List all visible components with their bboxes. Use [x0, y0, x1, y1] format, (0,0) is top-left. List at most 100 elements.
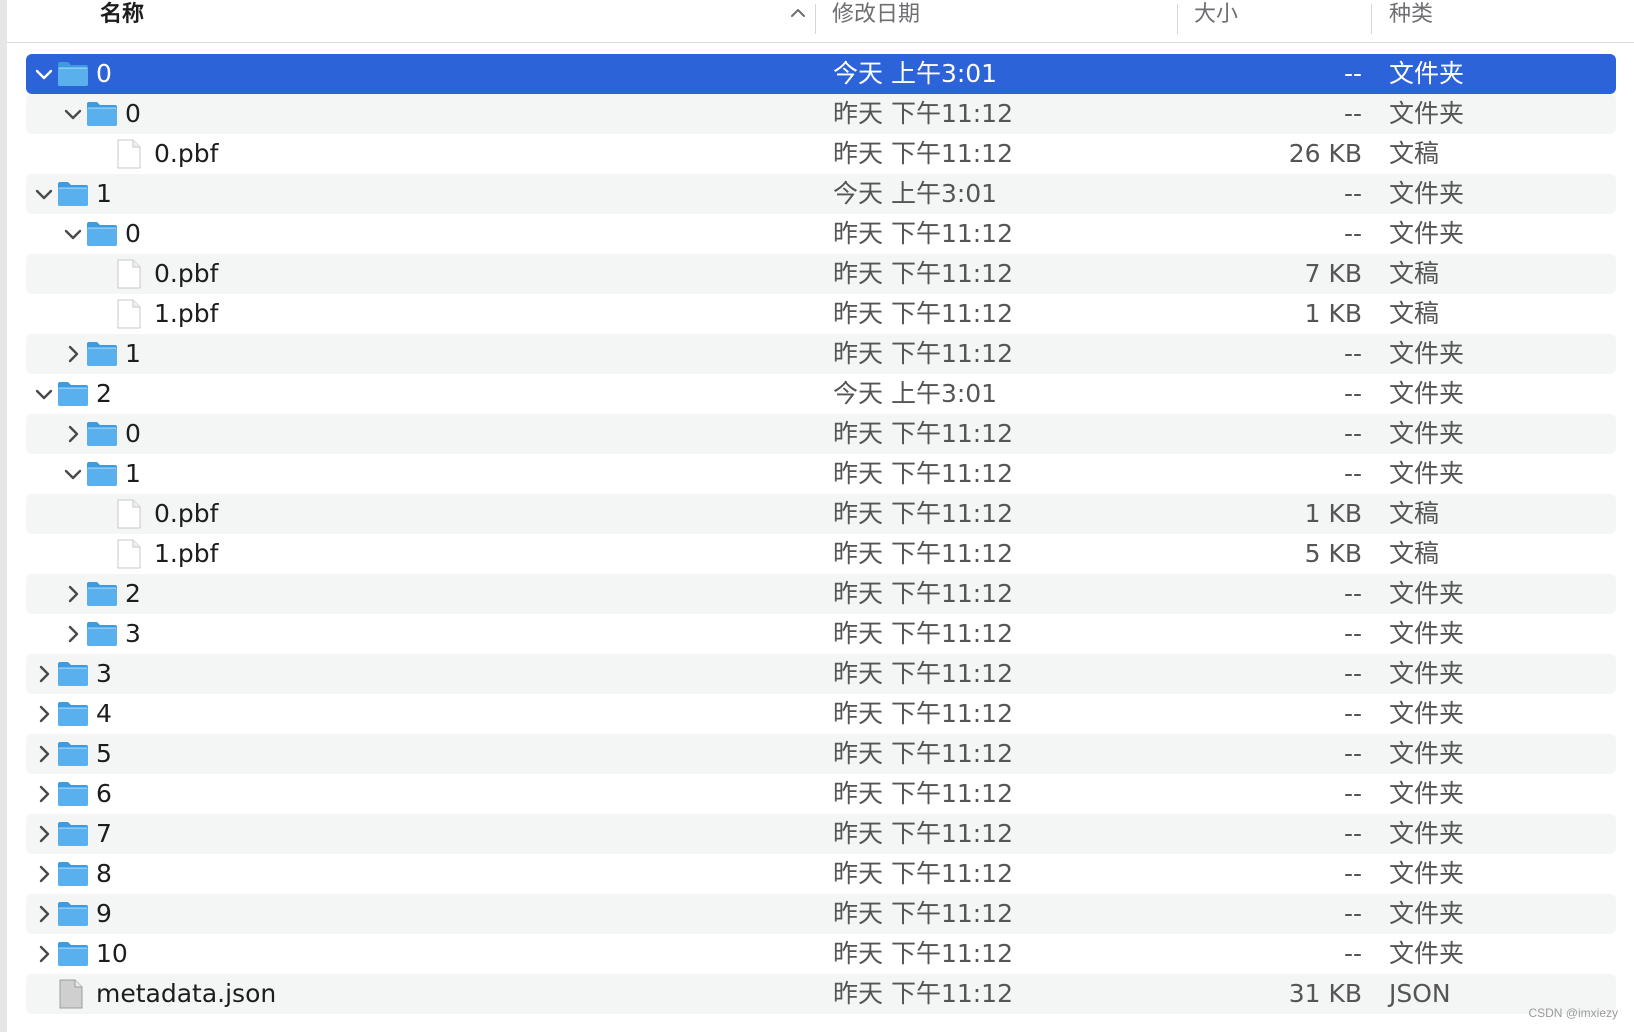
item-size: --: [1343, 379, 1362, 408]
folder-row[interactable]: 8 昨天 下午11:12 -- 文件夹: [26, 854, 1616, 894]
folder-row[interactable]: 0 昨天 下午11:12 -- 文件夹: [26, 414, 1616, 454]
item-date: 昨天 下午11:12: [833, 259, 1013, 288]
chevron-down-icon[interactable]: [63, 224, 83, 244]
chevron-down-icon[interactable]: [34, 184, 54, 204]
folder-row[interactable]: 9 昨天 下午11:12 -- 文件夹: [26, 894, 1616, 934]
document-icon: [117, 539, 141, 569]
column-size-header[interactable]: 大小: [1194, 0, 1238, 30]
file-row[interactable]: 1.pbf 昨天 下午11:12 1 KB 文稿: [26, 294, 1616, 334]
folder-row[interactable]: 4 昨天 下午11:12 -- 文件夹: [26, 694, 1616, 734]
item-date: 昨天 下午11:12: [833, 899, 1013, 928]
item-date: 今天 上午3:01: [833, 179, 998, 208]
file-row[interactable]: metadata.json 昨天 下午11:12 31 KB JSON: [26, 974, 1616, 1014]
folder-icon: [87, 102, 117, 126]
folder-icon: [58, 902, 88, 926]
item-kind: JSON: [1389, 979, 1451, 1008]
chevron-right-icon[interactable]: [63, 584, 83, 604]
item-kind: 文件夹: [1389, 59, 1465, 88]
chevron-right-icon[interactable]: [63, 424, 83, 444]
file-row[interactable]: 0.pbf 昨天 下午11:12 7 KB 文稿: [26, 254, 1616, 294]
item-size: --: [1343, 819, 1362, 848]
folder-row[interactable]: 0 今天 上午3:01 -- 文件夹: [26, 54, 1616, 94]
chevron-down-icon[interactable]: [34, 64, 54, 84]
column-divider[interactable]: [815, 4, 816, 34]
folder-row[interactable]: 1 今天 上午3:01 -- 文件夹: [26, 174, 1616, 214]
file-row[interactable]: 0.pbf 昨天 下午11:12 26 KB 文稿: [26, 134, 1616, 174]
item-kind: 文件夹: [1389, 339, 1465, 368]
item-name: 3: [125, 619, 141, 648]
item-size: --: [1343, 739, 1362, 768]
chevron-down-icon[interactable]: [63, 464, 83, 484]
item-size: --: [1343, 859, 1362, 888]
chevron-right-icon[interactable]: [34, 904, 54, 924]
folder-row[interactable]: 1 昨天 下午11:12 -- 文件夹: [26, 454, 1616, 494]
folder-icon: [58, 62, 88, 86]
column-kind-header[interactable]: 种类: [1389, 0, 1433, 30]
item-name: 0: [96, 59, 112, 88]
item-size: --: [1343, 779, 1362, 808]
item-size: --: [1343, 899, 1362, 928]
sort-ascending-icon[interactable]: [787, 2, 809, 24]
item-date: 昨天 下午11:12: [833, 859, 1013, 888]
chevron-right-icon[interactable]: [63, 344, 83, 364]
column-divider[interactable]: [1371, 4, 1372, 34]
item-kind: 文件夹: [1389, 219, 1465, 248]
folder-icon: [58, 782, 88, 806]
chevron-right-icon[interactable]: [34, 744, 54, 764]
folder-row[interactable]: 3 昨天 下午11:12 -- 文件夹: [26, 614, 1616, 654]
item-size: 1 KB: [1304, 499, 1362, 528]
item-size: --: [1343, 579, 1362, 608]
chevron-right-icon[interactable]: [34, 784, 54, 804]
column-divider[interactable]: [1177, 4, 1178, 34]
column-date-header[interactable]: 修改日期: [832, 0, 920, 30]
item-kind: 文件夹: [1389, 779, 1465, 808]
folder-row[interactable]: 5 昨天 下午11:12 -- 文件夹: [26, 734, 1616, 774]
chevron-right-icon[interactable]: [34, 864, 54, 884]
chevron-right-icon[interactable]: [34, 824, 54, 844]
folder-row[interactable]: 0 昨天 下午11:12 -- 文件夹: [26, 94, 1616, 134]
item-size: 7 KB: [1304, 259, 1362, 288]
chevron-right-icon[interactable]: [34, 664, 54, 684]
file-row[interactable]: 0.pbf 昨天 下午11:12 1 KB 文稿: [26, 494, 1616, 534]
folder-row[interactable]: 0 昨天 下午11:12 -- 文件夹: [26, 214, 1616, 254]
chevron-right-icon[interactable]: [63, 624, 83, 644]
chevron-down-icon[interactable]: [34, 384, 54, 404]
folder-row[interactable]: 1 昨天 下午11:12 -- 文件夹: [26, 334, 1616, 374]
item-name: 0.pbf: [154, 139, 219, 168]
folder-row[interactable]: 7 昨天 下午11:12 -- 文件夹: [26, 814, 1616, 854]
item-date: 昨天 下午11:12: [833, 99, 1013, 128]
item-date: 昨天 下午11:12: [833, 659, 1013, 688]
chevron-right-icon[interactable]: [34, 704, 54, 724]
item-size: 5 KB: [1304, 539, 1362, 568]
folder-icon: [87, 422, 117, 446]
file-row[interactable]: 1.pbf 昨天 下午11:12 5 KB 文稿: [26, 534, 1616, 574]
folder-row[interactable]: 3 昨天 下午11:12 -- 文件夹: [26, 654, 1616, 694]
folder-row[interactable]: 2 今天 上午3:01 -- 文件夹: [26, 374, 1616, 414]
folder-row[interactable]: 10 昨天 下午11:12 -- 文件夹: [26, 934, 1616, 974]
item-name: 0.pbf: [154, 499, 219, 528]
item-kind: 文件夹: [1389, 659, 1465, 688]
item-size: --: [1343, 339, 1362, 368]
item-name: 0: [125, 419, 141, 448]
item-name: metadata.json: [96, 979, 277, 1008]
item-kind: 文件夹: [1389, 619, 1465, 648]
folder-row[interactable]: 6 昨天 下午11:12 -- 文件夹: [26, 774, 1616, 814]
item-date: 昨天 下午11:12: [833, 139, 1013, 168]
item-date: 昨天 下午11:12: [833, 459, 1013, 488]
chevron-down-icon[interactable]: [63, 104, 83, 124]
item-name: 0: [125, 99, 141, 128]
item-name: 1: [125, 339, 141, 368]
item-name: 9: [96, 899, 112, 928]
chevron-right-icon[interactable]: [34, 944, 54, 964]
item-kind: 文件夹: [1389, 819, 1465, 848]
item-kind: 文稿: [1389, 139, 1440, 168]
item-date: 昨天 下午11:12: [833, 539, 1013, 568]
folder-row[interactable]: 2 昨天 下午11:12 -- 文件夹: [26, 574, 1616, 614]
finder-window: 名称 修改日期 大小 种类 0 今天 上午3:01 -- 文件夹 0 昨天 下午11:12…: [0, 0, 1634, 1032]
document-icon: [117, 499, 141, 529]
item-kind: 文件夹: [1389, 379, 1465, 408]
item-size: --: [1343, 659, 1362, 688]
folder-icon: [58, 942, 88, 966]
item-name: 5: [96, 739, 112, 768]
column-name-header[interactable]: 名称: [100, 0, 144, 30]
